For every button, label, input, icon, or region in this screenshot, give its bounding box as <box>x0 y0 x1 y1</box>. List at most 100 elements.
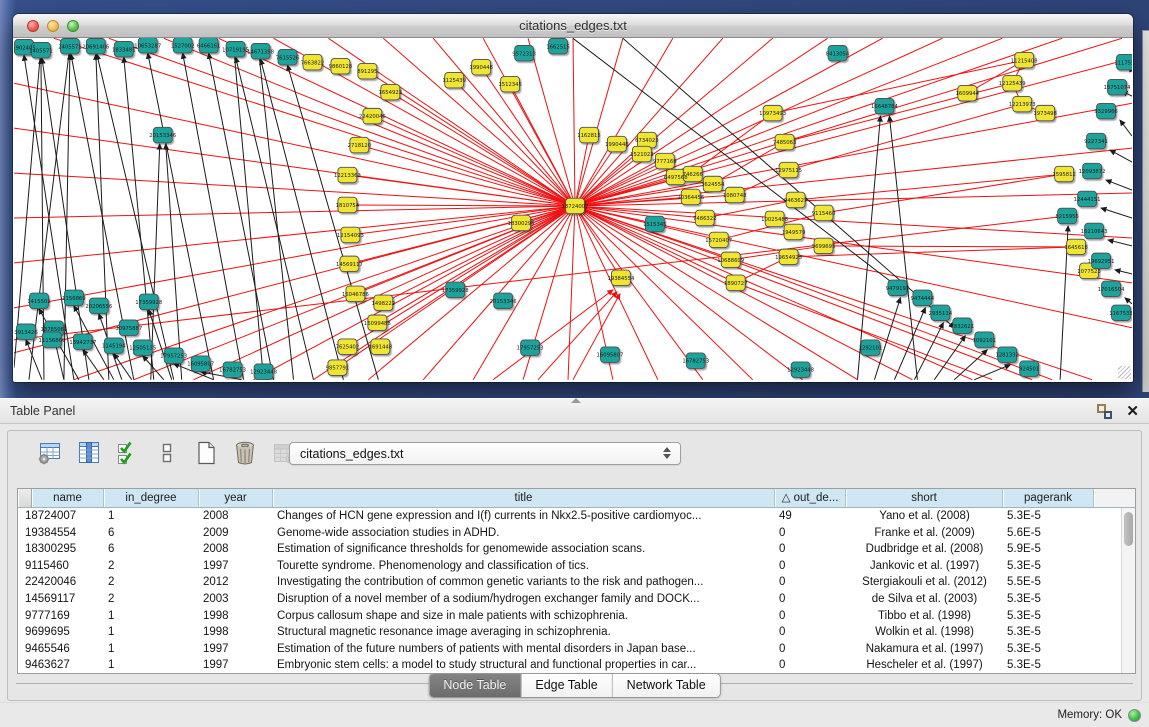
table-row[interactable]: 977716911998Corpus callosum shape and si… <box>18 608 1121 625</box>
table-options-icon[interactable] <box>36 438 64 468</box>
graph-edge <box>914 323 943 380</box>
graph-node-label: 11156869 <box>38 338 65 344</box>
delete-column-icon[interactable] <box>231 438 259 468</box>
network-canvas[interactable]: 1902405140557124055712069140618334811065… <box>14 38 1132 380</box>
table-cell: 2003 <box>199 591 273 608</box>
table-row[interactable]: 1938455462009Genome-wide association stu… <box>18 525 1121 542</box>
table-cell: 5.5E-5 <box>1003 574 1094 591</box>
table-row[interactable]: 911546021997Tourette syndrome. Phenomeno… <box>18 558 1121 575</box>
window-resize-grip[interactable] <box>1118 366 1131 379</box>
table-vertical-scrollbar[interactable] <box>1121 508 1135 673</box>
graph-edge <box>14 206 575 218</box>
graph-node-label: 17957253 <box>160 354 187 360</box>
graph-node-label: 16648784 <box>871 104 899 110</box>
graph-edge <box>1125 298 1132 304</box>
graph-node-label: 16210643 <box>1081 229 1108 235</box>
table-cell: Wolkin et al. (1998) <box>846 624 1003 641</box>
table-cell: 1997 <box>199 558 273 575</box>
graph-node-label: 22420046 <box>359 114 387 120</box>
graph-node-label: 16099488 <box>364 321 391 327</box>
graph-node-label: 10653287 <box>134 43 161 49</box>
graph-node-label: 18300295 <box>508 221 535 227</box>
graph-edge <box>934 336 965 380</box>
graph-node-label: 1662515 <box>546 44 570 50</box>
new-column-icon[interactable] <box>192 438 220 468</box>
table-cell: 18724007 <box>18 508 104 525</box>
column-header-year[interactable]: year <box>199 489 273 507</box>
graph-node-label: 1292101 <box>859 346 883 352</box>
table-cell: 1998 <box>199 608 273 625</box>
graph-node-label: 20206556 <box>85 304 113 310</box>
tab-node-table[interactable]: Node Table <box>429 674 520 697</box>
graph-node-label: 9329966 <box>1094 109 1118 115</box>
window-titlebar: citations_edges.txt <box>13 14 1133 38</box>
graph-edge <box>568 206 575 380</box>
graph-node-label: 10719195 <box>222 47 249 53</box>
unselect-all-columns-icon[interactable] <box>153 438 181 468</box>
table-row[interactable]: 2242004622012Investigating the contribut… <box>18 574 1121 591</box>
table-row[interactable]: 969969511998Structural magnetic resonanc… <box>18 624 1121 641</box>
graph-node-label: 12213363 <box>334 173 361 179</box>
table-cell: 5.3E-5 <box>1003 558 1094 575</box>
table-row[interactable]: 1456911722003Disruption of a novel membe… <box>18 591 1121 608</box>
graph-node-label: 14569117 <box>336 262 363 268</box>
table-cell: 0 <box>775 558 846 575</box>
graph-node-label: 7625402 <box>336 345 360 351</box>
column-header-out_de[interactable]: △ out_de... <box>775 489 846 507</box>
graph-node-label: 1145194 <box>102 344 126 350</box>
graph-node-label: 20364456 <box>677 195 705 201</box>
graph-node-label: 7663822 <box>301 60 325 66</box>
graph-edge <box>573 38 575 206</box>
table-cell: 6 <box>104 541 199 558</box>
show-column-icon[interactable] <box>75 438 103 468</box>
select-all-columns-icon[interactable] <box>114 438 142 468</box>
float-panel-icon[interactable] <box>1097 404 1112 419</box>
graph-edge <box>235 57 264 379</box>
table-cell: 1 <box>104 641 199 658</box>
column-header-short[interactable]: short <box>846 489 1003 507</box>
tab-network-table[interactable]: Network Table <box>612 674 720 697</box>
graph-node-label: 16782753 <box>682 359 709 365</box>
table-cell: 9465546 <box>18 641 104 658</box>
table-cell: Estimation of the future numbers of pati… <box>273 641 775 658</box>
table-row[interactable]: 946362711997Embryonic stem cells: a mode… <box>18 657 1121 673</box>
graph-node-label: 1515345 <box>643 222 667 228</box>
graph-edge <box>538 292 617 380</box>
graph-edge <box>573 294 620 380</box>
column-header-pagerank[interactable]: pagerank <box>1003 489 1094 507</box>
graph-edge <box>954 350 987 380</box>
table-row[interactable]: 1830029562008Estimation of significance … <box>18 541 1121 558</box>
table-cell: 19384554 <box>18 525 104 542</box>
table-cell: 2 <box>104 574 199 591</box>
splitter-handle-icon[interactable] <box>571 398 581 403</box>
table-row[interactable]: 946554611997Estimation of the future num… <box>18 641 1121 658</box>
table-cell: 0 <box>775 591 846 608</box>
graph-node-label: 9227341 <box>1084 139 1108 145</box>
tab-edge-table[interactable]: Edge Table <box>520 674 611 697</box>
table-cell: 6 <box>104 525 199 542</box>
graph-node-label: 7615526 <box>276 55 300 61</box>
row-gutter-header <box>18 489 32 507</box>
table-cell: 5.3E-5 <box>1003 591 1094 608</box>
graph-node-label: 14671358 <box>247 49 274 55</box>
column-header-name[interactable]: name <box>32 489 104 507</box>
graph-edge <box>974 365 1010 380</box>
column-header-in_degree[interactable]: in_degree <box>104 489 199 507</box>
close-panel-icon[interactable]: ✕ <box>1126 404 1139 419</box>
graph-node-label: 13785061 <box>40 327 67 333</box>
table-cell: 0 <box>775 525 846 542</box>
graph-node-label: 17359928 <box>442 288 469 294</box>
graph-edge <box>575 38 882 206</box>
table-row[interactable]: 1872400712008Changes of HCN gene express… <box>18 508 1121 525</box>
network-table-select[interactable]: citations_edges.txt <box>289 442 681 465</box>
graph-node-label: 1281332 <box>995 353 1019 359</box>
table-cell: 9115460 <box>18 558 104 575</box>
graph-edge <box>1106 180 1132 190</box>
scrollbar-thumb[interactable] <box>1124 512 1133 546</box>
graph-node-label: 1595812 <box>1052 172 1076 178</box>
graph-node-label: 8215955 <box>1055 214 1079 220</box>
graph-edge <box>889 116 917 380</box>
graph-node-label: 1405571 <box>29 48 53 54</box>
column-header-title[interactable]: title <box>273 489 775 507</box>
table-cell: 1 <box>104 508 199 525</box>
